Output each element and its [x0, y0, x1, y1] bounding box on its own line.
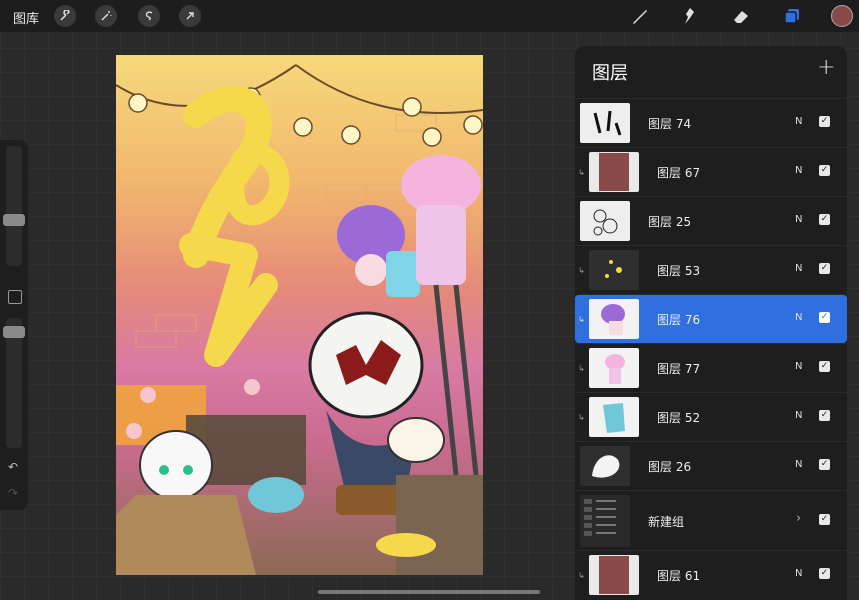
visibility-checkbox[interactable]: ✓: [819, 312, 830, 323]
layer-row[interactable]: ↳ 图层 77 N ✓: [575, 343, 847, 392]
opacity-thumb[interactable]: [3, 326, 25, 338]
layer-thumbnail: [589, 250, 639, 290]
opacity-slider[interactable]: [3, 318, 25, 448]
chevron-right-icon[interactable]: ›: [796, 511, 801, 526]
layer-thumbnail: [589, 397, 639, 437]
layer-name: 图层 26: [648, 460, 692, 474]
layer-thumbnail: [580, 103, 630, 143]
brush-size-slider[interactable]: [3, 146, 25, 266]
layer-thumbnail: [580, 446, 630, 486]
layers-panel-title: 图层: [592, 63, 628, 84]
visibility-checkbox[interactable]: ✓: [819, 116, 830, 127]
blend-mode-button[interactable]: N: [795, 568, 802, 579]
drawing-canvas[interactable]: [116, 55, 483, 575]
layer-name: 图层 53: [657, 264, 701, 278]
blend-mode-button[interactable]: N: [795, 263, 802, 274]
layer-name: 图层 74: [648, 117, 692, 131]
layer-row[interactable]: ↳ 图层 52 N ✓: [575, 392, 847, 441]
add-layer-button[interactable]: +: [817, 55, 835, 80]
redo-icon[interactable]: ↷: [8, 486, 18, 500]
visibility-checkbox[interactable]: ✓: [819, 568, 830, 579]
blend-mode-button[interactable]: N: [795, 361, 802, 372]
layer-name: 图层 52: [657, 411, 701, 425]
visibility-checkbox[interactable]: ✓: [819, 214, 830, 225]
layer-row[interactable]: ↳ 图层 67 N ✓: [575, 147, 847, 196]
wrench-icon[interactable]: [54, 5, 76, 27]
layer-row[interactable]: ↳ 图层 53 N ✓: [575, 245, 847, 294]
layer-name: 图层 25: [648, 215, 692, 229]
clipping-mask-icon: ↳: [578, 315, 585, 324]
magic-wand-icon[interactable]: [95, 5, 117, 27]
blend-mode-button[interactable]: N: [795, 459, 802, 470]
layer-row[interactable]: 图层 25 N ✓: [575, 196, 847, 245]
layer-group-row[interactable]: 新建组 › ✓: [575, 490, 847, 551]
layer-thumbnail: [589, 555, 639, 595]
clipping-mask-icon: ↳: [578, 571, 585, 580]
layer-thumbnail: [589, 299, 639, 339]
visibility-checkbox[interactable]: ✓: [819, 514, 830, 525]
layer-name: 图层 61: [657, 569, 701, 583]
layer-row[interactable]: 图层 74 N ✓: [575, 98, 847, 147]
group-thumbnail: [580, 495, 630, 547]
clipping-mask-icon: ↳: [578, 266, 585, 275]
blend-mode-button[interactable]: N: [795, 312, 802, 323]
layer-row[interactable]: ↳ 图层 61 N ✓: [575, 550, 847, 599]
layer-row[interactable]: 图层 26 N ✓: [575, 441, 847, 490]
clipping-mask-icon: ↳: [578, 413, 585, 422]
layer-name: 图层 77: [657, 362, 701, 376]
group-name: 新建组: [648, 515, 685, 529]
brush-size-thumb[interactable]: [3, 214, 25, 226]
layer-thumbnail: [589, 152, 639, 192]
color-picker-swatch[interactable]: [831, 5, 853, 27]
clipping-mask-icon: ↳: [578, 364, 585, 373]
transform-arrow-icon[interactable]: [179, 5, 201, 27]
visibility-checkbox[interactable]: ✓: [819, 361, 830, 372]
layers-icon[interactable]: [780, 5, 804, 27]
visibility-checkbox[interactable]: ✓: [819, 459, 830, 470]
smudge-icon[interactable]: [678, 5, 702, 27]
visibility-checkbox[interactable]: ✓: [819, 263, 830, 274]
gallery-button[interactable]: 图库: [13, 8, 39, 27]
eraser-icon[interactable]: [729, 5, 753, 27]
top-toolbar: 图库: [0, 0, 859, 32]
layer-thumbnail: [580, 201, 630, 241]
blend-mode-button[interactable]: N: [795, 410, 802, 421]
selection-icon[interactable]: [138, 5, 160, 27]
visibility-checkbox[interactable]: ✓: [819, 410, 830, 421]
layer-name: 图层 76: [657, 313, 701, 327]
undo-icon[interactable]: ↶: [8, 460, 18, 474]
blend-mode-button[interactable]: N: [795, 116, 802, 127]
visibility-checkbox[interactable]: ✓: [819, 165, 830, 176]
clipping-mask-icon: ↳: [578, 168, 585, 177]
brush-icon[interactable]: [628, 5, 652, 27]
layers-panel: 图层 + 图层 74 N ✓ ↳ 图层 67 N ✓ 图层 25 N ✓ ↳ 图…: [575, 46, 847, 600]
modify-button[interactable]: [8, 290, 22, 304]
home-indicator[interactable]: [318, 590, 540, 594]
layer-name: 图层 67: [657, 166, 701, 180]
layer-thumbnail: [589, 348, 639, 388]
artwork-illustration: [116, 64, 483, 575]
left-sidebar: ↶ ↷: [0, 140, 28, 510]
layer-row-selected[interactable]: ↳ 图层 76 N ✓: [575, 294, 847, 343]
blend-mode-button[interactable]: N: [795, 165, 802, 176]
blend-mode-button[interactable]: N: [795, 214, 802, 225]
